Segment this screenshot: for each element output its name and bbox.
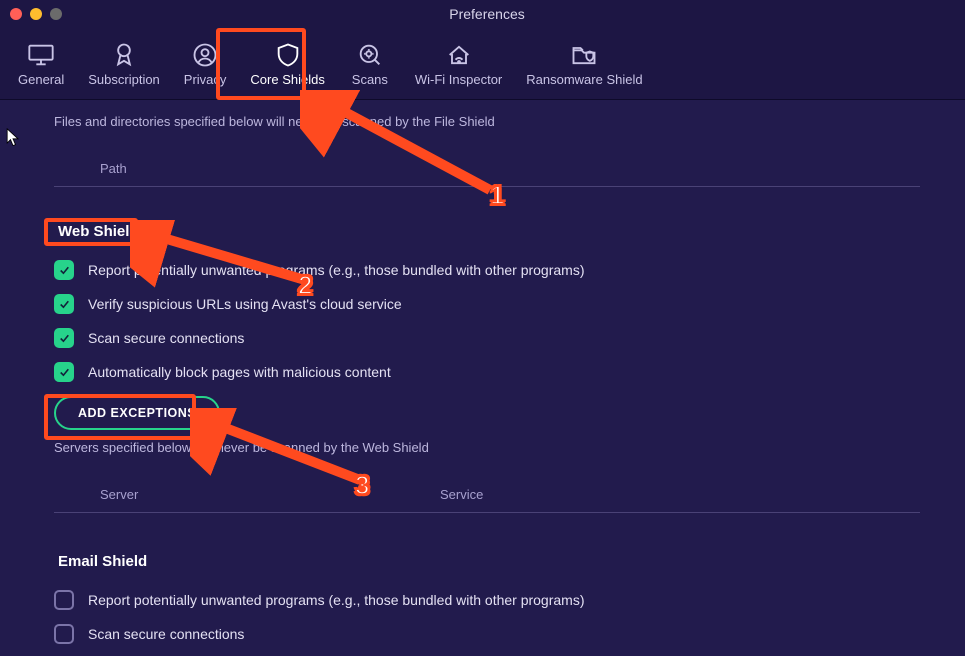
checkbox-auto-block[interactable]	[54, 362, 74, 382]
file-shield-table-header: Path	[54, 151, 920, 186]
checkbox-verify-urls[interactable]	[54, 294, 74, 314]
column-header-server: Server	[100, 487, 440, 502]
tab-wifi-inspector[interactable]: Wi-Fi Inspector	[403, 36, 514, 93]
tab-label: Wi-Fi Inspector	[415, 72, 502, 87]
option-row-pup: Report potentially unwanted programs (e.…	[54, 260, 920, 280]
tab-label: General	[18, 72, 64, 87]
shield-icon	[274, 42, 302, 68]
add-exceptions-button[interactable]: ADD EXCEPTIONS	[54, 396, 220, 430]
column-header-service: Service	[440, 487, 920, 502]
tab-ransomware-shield[interactable]: Ransomware Shield	[514, 36, 654, 93]
tab-label: Scans	[352, 72, 388, 87]
checkbox-pup[interactable]	[54, 260, 74, 280]
option-row-auto-block: Automatically block pages with malicious…	[54, 362, 920, 382]
option-label: Report potentially unwanted programs (e.…	[88, 592, 585, 608]
divider	[54, 512, 920, 513]
checkbox-email-pup[interactable]	[54, 590, 74, 610]
user-circle-icon	[191, 42, 219, 68]
divider	[54, 186, 920, 187]
option-label: Scan secure connections	[88, 626, 244, 642]
ribbon-icon	[110, 42, 138, 68]
web-shield-table-header: Server Service	[54, 477, 920, 512]
option-label: Verify suspicious URLs using Avast's clo…	[88, 296, 402, 312]
magnifier-bug-icon	[356, 42, 384, 68]
window-edge	[965, 0, 974, 656]
web-shield-title: Web Shield	[54, 221, 143, 242]
folder-shield-icon	[570, 42, 598, 68]
file-shield-description: Files and directories specified below wi…	[54, 114, 920, 129]
option-row-verify-urls: Verify suspicious URLs using Avast's clo…	[54, 294, 920, 314]
titlebar: Preferences	[0, 0, 974, 28]
preferences-tabbar: General Subscription Privacy Core Shield…	[0, 28, 974, 100]
tab-subscription[interactable]: Subscription	[76, 36, 172, 93]
tab-label: Subscription	[88, 72, 160, 87]
tab-label: Ransomware Shield	[526, 72, 642, 87]
preferences-content: Files and directories specified below wi…	[0, 100, 974, 656]
close-window-button[interactable]	[10, 8, 22, 20]
monitor-icon	[27, 42, 55, 68]
tab-label: Core Shields	[250, 72, 324, 87]
checkbox-scan-secure[interactable]	[54, 328, 74, 348]
tab-core-shields[interactable]: Core Shields	[238, 36, 336, 93]
window-title: Preferences	[449, 6, 524, 22]
tab-label: Privacy	[184, 72, 227, 87]
tab-privacy[interactable]: Privacy	[172, 36, 239, 93]
home-wifi-icon	[445, 42, 473, 68]
window-controls	[10, 8, 62, 20]
tab-general[interactable]: General	[6, 36, 76, 93]
column-header-path: Path	[100, 161, 440, 176]
option-label: Report potentially unwanted programs (e.…	[88, 262, 585, 278]
option-label: Automatically block pages with malicious…	[88, 364, 391, 380]
tab-scans[interactable]: Scans	[337, 36, 403, 93]
option-row-email-pup: Report potentially unwanted programs (e.…	[54, 590, 920, 610]
checkbox-email-scan-secure[interactable]	[54, 624, 74, 644]
option-label: Scan secure connections	[88, 330, 244, 346]
zoom-window-button[interactable]	[50, 8, 62, 20]
option-row-scan-secure: Scan secure connections	[54, 328, 920, 348]
web-shield-description: Servers specified below will never be sc…	[54, 440, 920, 455]
minimize-window-button[interactable]	[30, 8, 42, 20]
option-row-email-scan-secure: Scan secure connections	[54, 624, 920, 644]
email-shield-title: Email Shield	[54, 551, 151, 572]
